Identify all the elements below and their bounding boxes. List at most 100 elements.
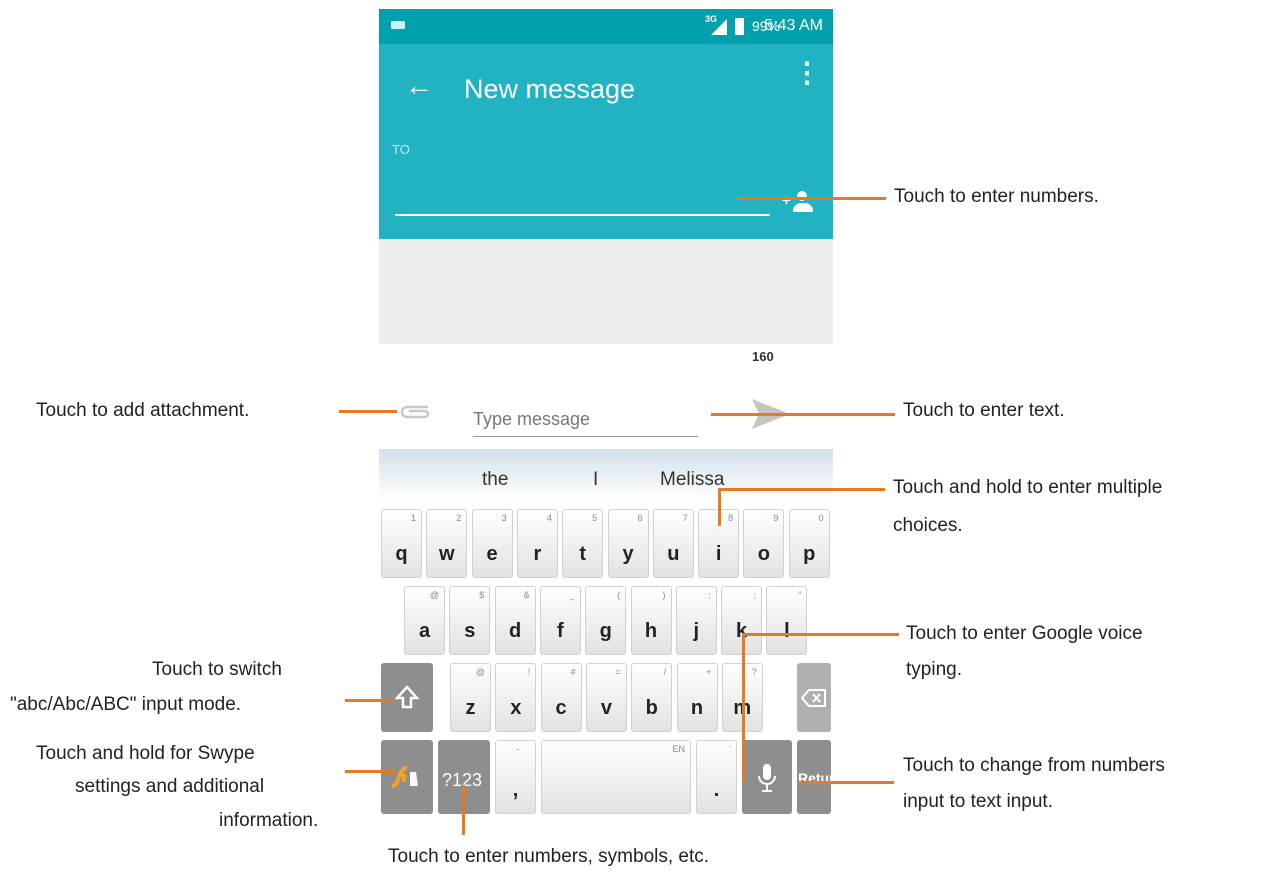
key-secondary-label: @ bbox=[475, 667, 485, 677]
key-l[interactable]: " l bbox=[766, 586, 808, 655]
key-label: v bbox=[600, 697, 612, 719]
return-key[interactable]: Return bbox=[797, 740, 831, 814]
callout-line bbox=[345, 699, 393, 702]
swype-logo-icon bbox=[391, 766, 418, 788]
battery-icon bbox=[735, 18, 744, 35]
add-contact-icon[interactable]: + bbox=[782, 190, 816, 216]
key-label: j bbox=[693, 620, 700, 642]
app-bar: ← New message ⋮ TO + bbox=[379, 44, 833, 239]
key-secondary-label: / bbox=[663, 667, 667, 677]
key-c[interactable]: # c bbox=[540, 663, 582, 732]
key-label: u bbox=[667, 543, 680, 565]
suggestion-item[interactable]: the bbox=[482, 469, 508, 491]
clock: 5:43 AM bbox=[764, 17, 823, 34]
key-secondary-label: 2 bbox=[456, 513, 462, 523]
suggestion-bar: the I Melissa bbox=[379, 449, 833, 500]
key-f[interactable]: _ f bbox=[539, 586, 581, 655]
key-e[interactable]: 3e bbox=[471, 509, 513, 578]
keyboard-notification-icon bbox=[391, 21, 405, 29]
key-secondary-label: " bbox=[798, 590, 802, 600]
key-a[interactable]: @ a bbox=[404, 586, 445, 655]
key-secondary-label: 7 bbox=[682, 513, 688, 523]
key-label: l bbox=[784, 620, 790, 642]
backspace-key[interactable] bbox=[797, 663, 831, 732]
suggestion-item[interactable]: Melissa bbox=[660, 469, 724, 491]
key-secondary-label: & bbox=[523, 590, 530, 600]
annotation-swype-settings: Touch and hold for Swype bbox=[36, 743, 255, 764]
key-g[interactable]: (g bbox=[585, 586, 627, 655]
key-r[interactable]: 4r bbox=[516, 509, 558, 578]
key-v[interactable]: = v bbox=[585, 663, 627, 732]
key-label: o bbox=[757, 543, 770, 565]
key-label: d bbox=[508, 620, 522, 642]
overflow-menu-icon[interactable]: ⋮ bbox=[793, 59, 821, 87]
swype-settings-key[interactable] bbox=[381, 740, 433, 814]
page-title: New message bbox=[464, 74, 636, 104]
to-label: TO bbox=[392, 142, 410, 157]
comma-key[interactable]: - , bbox=[495, 740, 536, 814]
key-label: q bbox=[395, 543, 408, 565]
callout-line bbox=[345, 770, 395, 773]
key-secondary-label: ( bbox=[617, 590, 621, 600]
status-bar: 3G 99% 5:43 AM bbox=[379, 9, 833, 44]
callout-line bbox=[339, 410, 397, 413]
key-label: s bbox=[464, 620, 476, 642]
key-s[interactable]: $ s bbox=[449, 586, 491, 655]
key-secondary-label: ) bbox=[662, 590, 666, 600]
key-n[interactable]: + n bbox=[676, 663, 718, 732]
shift-arrow-icon bbox=[395, 685, 419, 709]
key-label: h bbox=[644, 620, 658, 642]
suggestion-item[interactable]: I bbox=[593, 469, 598, 491]
key-secondary-label: = bbox=[615, 667, 621, 677]
phone-screen: 3G 99% 5:43 AM ← New message ⋮ TO + bbox=[379, 9, 833, 344]
message-input[interactable] bbox=[473, 402, 698, 437]
key-u[interactable]: 7u bbox=[652, 509, 694, 578]
key-b[interactable]: / b bbox=[631, 663, 673, 732]
callout-line bbox=[742, 633, 899, 636]
callout-line bbox=[742, 633, 745, 781]
back-arrow-icon[interactable]: ← bbox=[405, 70, 433, 102]
recipient-field[interactable] bbox=[395, 214, 770, 216]
key-y[interactable]: 6y bbox=[607, 509, 649, 578]
voice-input-key[interactable] bbox=[742, 740, 792, 814]
key-j[interactable]: :j bbox=[675, 586, 717, 655]
annotation-swype-settings: settings and additional bbox=[75, 776, 265, 797]
period-key[interactable]: ' . bbox=[696, 740, 737, 814]
key-w[interactable]: 2w bbox=[426, 509, 468, 578]
key-secondary-label: # bbox=[570, 667, 576, 677]
key-d[interactable]: & d bbox=[494, 586, 536, 655]
annotation-input-mode: "abc/Abc/ABC" input mode. bbox=[10, 694, 242, 715]
key-label: x bbox=[510, 697, 522, 719]
key-secondary-label: 1 bbox=[410, 513, 416, 523]
annotation-voice-typing: typing. bbox=[906, 659, 962, 680]
key-label: p bbox=[803, 543, 816, 565]
key-label: b bbox=[645, 697, 658, 719]
key-label: w bbox=[439, 543, 455, 565]
key-t[interactable]: 5t bbox=[562, 509, 604, 578]
callout-line bbox=[738, 197, 886, 200]
key-label: t bbox=[579, 543, 587, 565]
annotation-attachment: Touch to add attachment. bbox=[36, 400, 250, 421]
key-q[interactable]: 1q bbox=[381, 509, 422, 578]
signal-icon bbox=[711, 19, 727, 35]
key-secondary-label: + bbox=[706, 667, 712, 677]
key-z[interactable]: @ z bbox=[450, 663, 491, 732]
key-label: a bbox=[418, 620, 431, 642]
key-secondary-label: $ bbox=[479, 590, 485, 600]
key-label: e bbox=[486, 543, 498, 565]
key-secondary-label: @ bbox=[429, 590, 439, 600]
key-label: z bbox=[465, 697, 476, 719]
key-p[interactable]: 0p bbox=[788, 509, 830, 578]
key-o[interactable]: 9o bbox=[743, 509, 785, 578]
callout-line bbox=[718, 488, 721, 526]
key-secondary-label: ! bbox=[527, 667, 531, 677]
message-thread-area bbox=[379, 239, 833, 344]
space-key[interactable]: EN bbox=[541, 740, 691, 814]
paperclip-icon[interactable] bbox=[398, 401, 432, 423]
annotation-numbers: Touch to enter numbers. bbox=[894, 186, 1099, 207]
key-label: n bbox=[690, 697, 704, 719]
key-h[interactable]: ) h bbox=[630, 586, 672, 655]
key-x[interactable]: ! x bbox=[495, 663, 537, 732]
annotation-change-input: Touch to change from numbers bbox=[903, 755, 1165, 776]
shift-key[interactable] bbox=[381, 663, 433, 732]
